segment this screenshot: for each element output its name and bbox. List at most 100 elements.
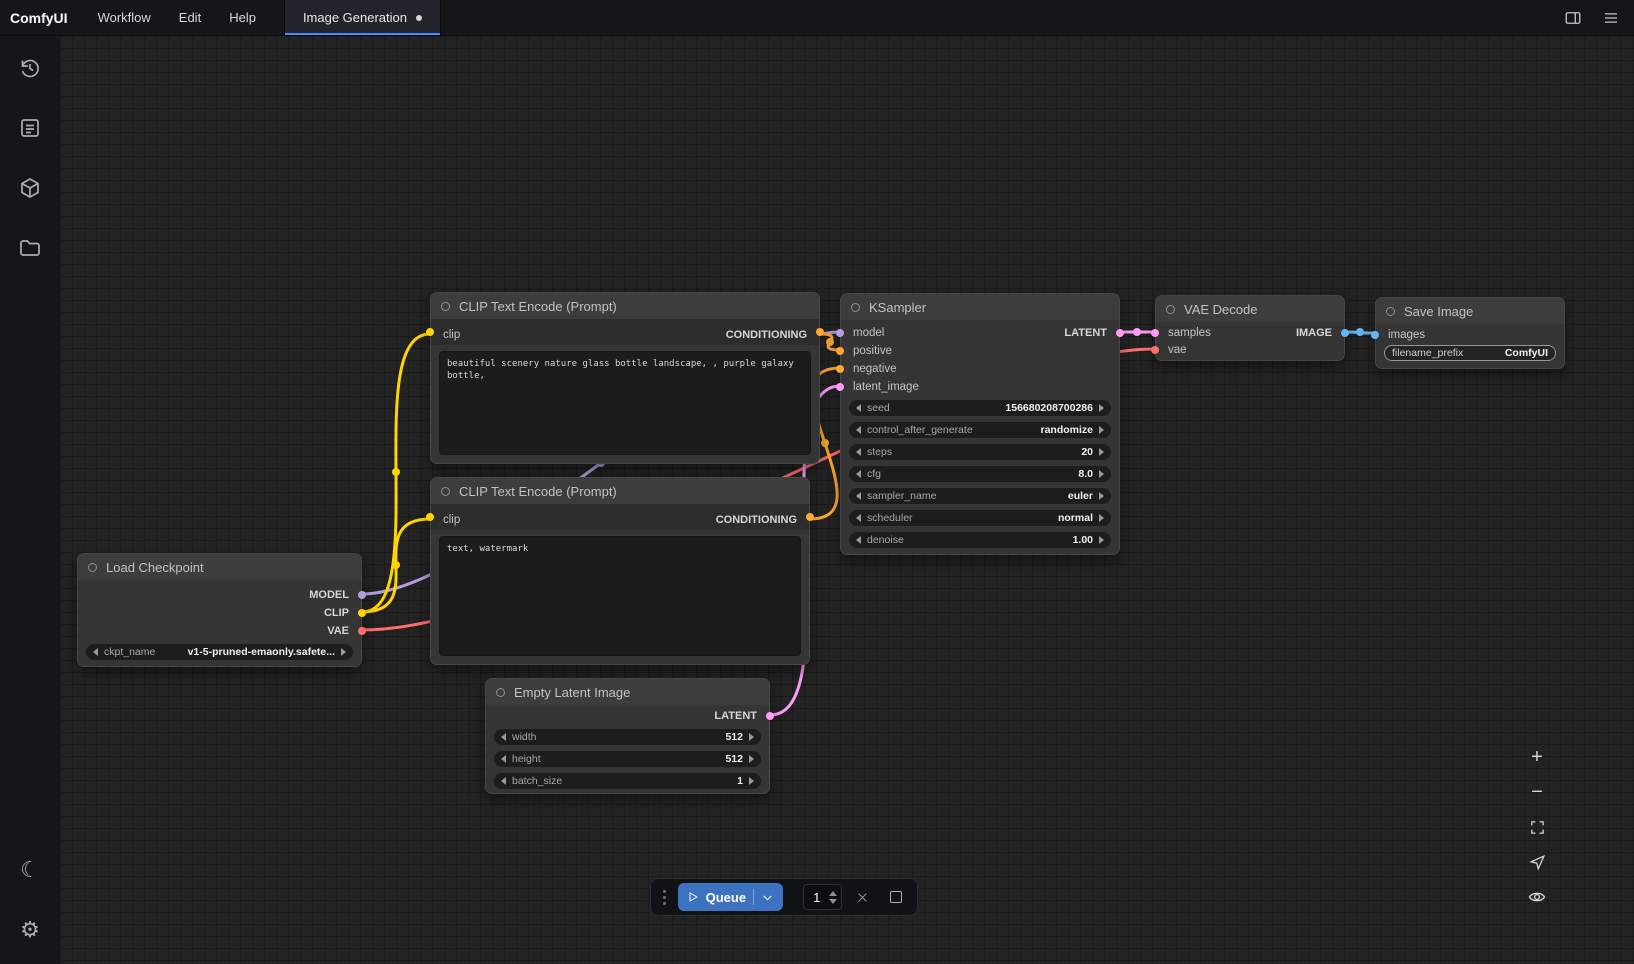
output-slot-conditioning[interactable] xyxy=(806,513,814,521)
input-slot-latent-image[interactable] xyxy=(836,383,844,391)
widget-height[interactable]: height 512 xyxy=(494,751,761,767)
output-slot-latent[interactable] xyxy=(1116,329,1124,337)
widget-width[interactable]: width 512 xyxy=(494,729,761,745)
collapse-icon[interactable] xyxy=(441,487,450,496)
toggle-link-visibility-button[interactable] xyxy=(1522,882,1552,912)
decrement-arrow-icon[interactable] xyxy=(501,777,506,785)
collapse-icon[interactable] xyxy=(441,302,450,311)
zoom-in-button[interactable]: + xyxy=(1522,742,1552,772)
collapse-icon[interactable] xyxy=(1166,305,1175,314)
increment-arrow-icon[interactable] xyxy=(1099,470,1104,478)
settings-gear-icon[interactable]: ⚙ xyxy=(14,914,46,946)
node-header[interactable]: Save Image xyxy=(1376,298,1564,324)
menu-help[interactable]: Help xyxy=(215,0,270,35)
widget-denoise[interactable]: denoise 1.00 xyxy=(849,532,1111,548)
decrement-arrow-icon[interactable] xyxy=(856,448,861,456)
input-slot-clip[interactable] xyxy=(426,328,434,336)
prompt-textarea[interactable]: text, watermark xyxy=(439,536,801,656)
node-library-icon[interactable] xyxy=(14,112,46,144)
decrement-arrow-icon[interactable] xyxy=(93,648,98,656)
output-slot-model[interactable] xyxy=(358,591,366,599)
workflows-folder-icon[interactable] xyxy=(14,232,46,264)
workflow-history-icon[interactable] xyxy=(14,52,46,84)
increment-arrow-icon[interactable] xyxy=(341,648,346,656)
input-slot-images[interactable] xyxy=(1371,331,1379,339)
toggle-panel-button[interactable] xyxy=(1558,4,1588,32)
zoom-out-button[interactable]: − xyxy=(1522,777,1552,807)
widget-batch-size[interactable]: batch_size 1 xyxy=(494,773,761,789)
decrement-arrow-icon[interactable] xyxy=(856,404,861,412)
tab-image-generation[interactable]: Image Generation xyxy=(284,0,441,35)
collapse-icon[interactable] xyxy=(851,303,860,312)
node-ksampler[interactable]: KSampler model LATENT positive negative … xyxy=(840,293,1120,555)
increment-arrow-icon[interactable] xyxy=(749,777,754,785)
node-clip-text-encode-positive[interactable]: CLIP Text Encode (Prompt) clip CONDITION… xyxy=(430,292,820,464)
increment-arrow-icon[interactable] xyxy=(1099,514,1104,522)
decrement-arrow-icon[interactable] xyxy=(856,536,861,544)
drag-handle-icon[interactable] xyxy=(663,896,666,899)
prompt-textarea[interactable]: beautiful scenery nature glass bottle la… xyxy=(439,351,811,455)
output-slot-vae[interactable] xyxy=(358,627,366,635)
node-header[interactable]: VAE Decode xyxy=(1156,296,1344,322)
increment-arrow-icon[interactable] xyxy=(1099,404,1104,412)
menu-workflow[interactable]: Workflow xyxy=(84,0,165,35)
widget-seed[interactable]: seed 156680208700286 xyxy=(849,400,1111,416)
node-header[interactable]: Load Checkpoint xyxy=(78,554,361,580)
input-slot-model[interactable] xyxy=(836,329,844,337)
node-load-checkpoint[interactable]: Load Checkpoint MODEL CLIP VAE ckpt_name… xyxy=(77,553,362,667)
theme-toggle-icon[interactable]: ☾ xyxy=(14,854,46,886)
increment-arrow-icon[interactable] xyxy=(1099,448,1104,456)
collapse-icon[interactable] xyxy=(1386,307,1395,316)
node-header[interactable]: KSampler xyxy=(841,294,1119,320)
input-slot-negative[interactable] xyxy=(836,365,844,373)
decrement-arrow-icon[interactable] xyxy=(856,492,861,500)
select-mode-button[interactable] xyxy=(1522,847,1552,877)
queue-button[interactable]: Queue xyxy=(678,883,783,911)
widget-filename-prefix[interactable]: filename_prefix ComfyUI xyxy=(1384,345,1556,361)
decrement-arrow-icon[interactable] xyxy=(501,733,506,741)
increment-arrow-icon[interactable] xyxy=(749,755,754,763)
decrement-arrow-icon[interactable] xyxy=(501,755,506,763)
widget-ckpt-name[interactable]: ckpt_name v1-5-pruned-emaonly.safete... xyxy=(86,644,353,660)
output-slot-image[interactable] xyxy=(1341,329,1349,337)
input-slot-vae[interactable] xyxy=(1151,346,1159,354)
fit-view-button[interactable] xyxy=(1522,812,1552,842)
node-header[interactable]: CLIP Text Encode (Prompt) xyxy=(431,478,809,504)
increment-arrow-icon[interactable] xyxy=(1099,492,1104,500)
widget-control-after-generate[interactable]: control_after_generate randomize xyxy=(849,422,1111,438)
chevron-down-icon[interactable] xyxy=(761,891,774,904)
input-slot-positive[interactable] xyxy=(836,347,844,355)
input-slot-samples[interactable] xyxy=(1151,329,1159,337)
increment-arrow-icon[interactable] xyxy=(749,733,754,741)
widget-cfg[interactable]: cfg 8.0 xyxy=(849,466,1111,482)
node-clip-text-encode-negative[interactable]: CLIP Text Encode (Prompt) clip CONDITION… xyxy=(430,477,810,665)
output-slot-latent[interactable] xyxy=(766,712,774,720)
menu-edit[interactable]: Edit xyxy=(165,0,215,35)
node-header[interactable]: CLIP Text Encode (Prompt) xyxy=(431,293,819,319)
increment-arrow-icon[interactable] xyxy=(1099,426,1104,434)
stop-button[interactable] xyxy=(884,884,907,910)
output-slot-clip[interactable] xyxy=(358,609,366,617)
node-header[interactable]: Empty Latent Image xyxy=(486,679,769,705)
decrement-icon[interactable] xyxy=(829,899,837,904)
widget-steps[interactable]: steps 20 xyxy=(849,444,1111,460)
increment-icon[interactable] xyxy=(829,891,837,896)
decrement-arrow-icon[interactable] xyxy=(856,426,861,434)
decrement-arrow-icon[interactable] xyxy=(856,514,861,522)
node-save-image[interactable]: Save Image images filename_prefix ComfyU… xyxy=(1375,297,1565,369)
collapse-icon[interactable] xyxy=(496,688,505,697)
input-slot-clip[interactable] xyxy=(426,513,434,521)
output-slot-conditioning[interactable] xyxy=(816,328,824,336)
batch-count-input[interactable]: 1 xyxy=(803,884,842,910)
main-menu-button[interactable] xyxy=(1596,4,1626,32)
node-empty-latent-image[interactable]: Empty Latent Image LATENT width 512 heig… xyxy=(485,678,770,794)
clear-queue-button[interactable] xyxy=(852,884,875,910)
decrement-arrow-icon[interactable] xyxy=(856,470,861,478)
play-icon xyxy=(687,891,699,903)
widget-scheduler[interactable]: scheduler normal xyxy=(849,510,1111,526)
collapse-icon[interactable] xyxy=(88,563,97,572)
node-vae-decode[interactable]: VAE Decode samples IMAGE vae xyxy=(1155,295,1345,361)
model-library-icon[interactable] xyxy=(14,172,46,204)
increment-arrow-icon[interactable] xyxy=(1099,536,1104,544)
widget-sampler-name[interactable]: sampler_name euler xyxy=(849,488,1111,504)
